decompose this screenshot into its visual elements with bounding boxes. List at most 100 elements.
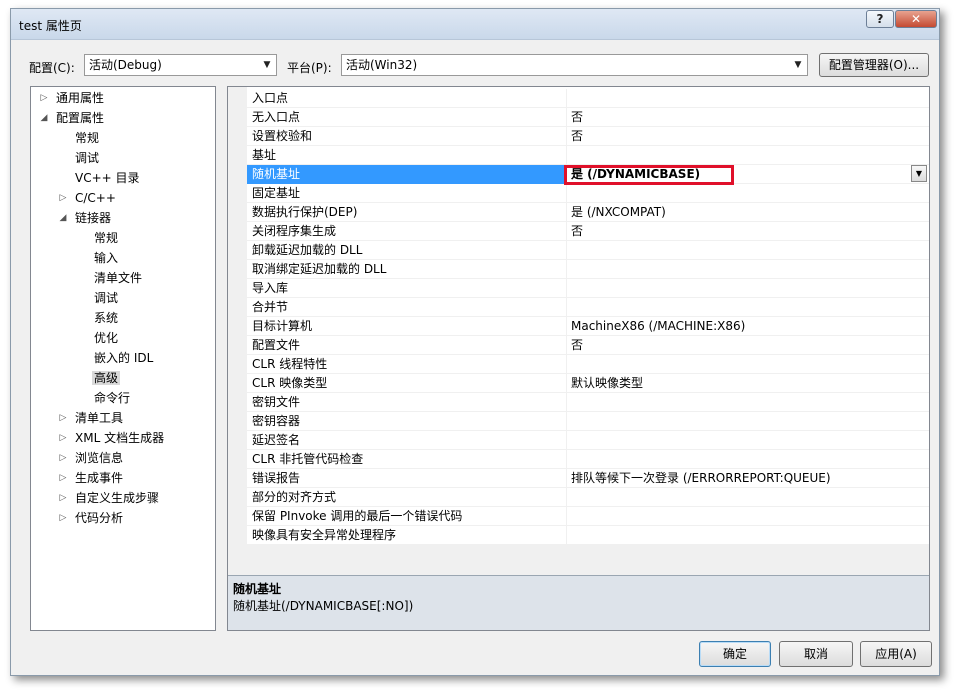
property-row[interactable]: CLR 线程特性 xyxy=(247,355,929,374)
property-value[interactable] xyxy=(567,412,929,431)
property-name: CLR 非托管代码检查 xyxy=(247,450,567,469)
tree-item[interactable]: 系统 xyxy=(94,309,118,327)
value-dropdown-button[interactable]: ▼ xyxy=(911,165,927,182)
property-row[interactable]: CLR 非托管代码检查 xyxy=(247,450,929,469)
tree-item[interactable]: ▷ 自定义生成步骤 xyxy=(60,489,159,507)
tree-item-label: 链接器 xyxy=(75,211,112,225)
property-value[interactable] xyxy=(567,355,929,374)
tree-item[interactable]: 调试 xyxy=(75,149,99,167)
collapse-arrow-icon[interactable]: ◢ xyxy=(57,209,69,227)
tree-item[interactable]: ▷ C/C++ xyxy=(60,189,116,207)
property-value[interactable]: 否 xyxy=(567,108,929,127)
property-value[interactable] xyxy=(567,146,929,165)
property-row[interactable]: 密钥文件 xyxy=(247,393,929,412)
platform-select-value: 活动(Win32) xyxy=(346,58,418,72)
tree-item[interactable]: VC++ 目录 xyxy=(75,169,140,187)
tree-item[interactable]: 嵌入的 IDL xyxy=(94,349,153,367)
expand-arrow-icon[interactable]: ▷ xyxy=(57,189,69,207)
collapse-arrow-icon[interactable]: ◢ xyxy=(38,109,50,127)
tree-item[interactable]: ▷ XML 文档生成器 xyxy=(60,429,165,447)
tree-item[interactable]: ▷ 生成事件 xyxy=(60,469,123,487)
property-row[interactable]: 取消绑定延迟加载的 DLL xyxy=(247,260,929,279)
property-row[interactable]: 部分的对齐方式 xyxy=(247,488,929,507)
property-row[interactable]: 保留 PInvoke 调用的最后一个错误代码 xyxy=(247,507,929,526)
property-row[interactable]: 导入库 xyxy=(247,279,929,298)
config-select[interactable]: 活动(Debug) ▼ xyxy=(84,54,277,76)
expand-arrow-icon[interactable]: ▷ xyxy=(57,489,69,507)
tree-item[interactable]: ▷ 浏览信息 xyxy=(60,449,123,467)
property-value[interactable]: 否 xyxy=(567,222,929,241)
close-button[interactable]: ✕ xyxy=(895,10,937,28)
cancel-button[interactable]: 取消 xyxy=(779,641,853,667)
tree-item[interactable]: 常规 xyxy=(75,129,99,147)
title-bar[interactable]: test 属性页 ? ✕ xyxy=(11,9,939,40)
property-row[interactable]: 合并节 xyxy=(247,298,929,317)
property-row[interactable]: 延迟签名 xyxy=(247,431,929,450)
property-value[interactable]: MachineX86 (/MACHINE:X86) xyxy=(567,317,929,336)
property-name: 保留 PInvoke 调用的最后一个错误代码 xyxy=(247,507,567,526)
property-grid[interactable]: 入口点 无入口点否设置校验和否基址 随机基址是 (/DYNAMICBASE) 固定基址… xyxy=(227,86,930,631)
property-row[interactable]: 设置校验和否 xyxy=(247,127,929,146)
property-row[interactable]: 配置文件否 xyxy=(247,336,929,355)
property-value[interactable]: 是 (/NXCOMPAT) xyxy=(567,203,929,222)
tree-item-label: 常规 xyxy=(94,231,119,245)
ok-button[interactable]: 确定 xyxy=(699,641,771,667)
tree-item[interactable]: 优化 xyxy=(94,329,118,347)
expand-arrow-icon[interactable]: ▷ xyxy=(38,89,50,107)
tree-item[interactable]: ▷ 代码分析 xyxy=(60,509,123,527)
tree-item-label: 通用属性 xyxy=(56,91,105,105)
expand-arrow-icon[interactable]: ▷ xyxy=(57,469,69,487)
property-value[interactable] xyxy=(567,241,929,260)
tree-item[interactable]: 调试 xyxy=(94,289,118,307)
property-value[interactable]: 排队等候下一次登录 (/ERRORREPORT:QUEUE) xyxy=(567,469,929,488)
property-value[interactable] xyxy=(567,431,929,450)
property-value[interactable] xyxy=(567,526,929,545)
property-row[interactable]: 卸载延迟加载的 DLL xyxy=(247,241,929,260)
tree-item[interactable]: 命令行 xyxy=(94,389,130,407)
property-row[interactable]: 基址 xyxy=(247,146,929,165)
expand-arrow-icon[interactable]: ▷ xyxy=(57,429,69,447)
tree-item[interactable]: ▷ 通用属性 xyxy=(41,89,105,107)
expand-arrow-icon[interactable]: ▷ xyxy=(57,409,69,427)
property-value[interactable]: 否 xyxy=(567,336,929,355)
tree-item[interactable]: ▷ 清单工具 xyxy=(60,409,123,427)
tree-item[interactable]: ◢ 配置属性 xyxy=(41,109,104,127)
property-row[interactable]: 目标计算机 MachineX86 (/MACHINE:X86) xyxy=(247,317,929,336)
property-name: 合并节 xyxy=(247,298,567,317)
property-value[interactable] xyxy=(567,450,929,469)
property-value[interactable] xyxy=(567,393,929,412)
property-tree[interactable]: ▷ 通用属性 ◢ 配置属性 常规 调试 VC++ 目录 ▷ C/C++ ◢ 链接器 常规 输入 清单文件调… xyxy=(30,86,216,631)
property-name: CLR 映像类型 xyxy=(247,374,567,393)
property-row[interactable]: 映像具有安全异常处理程序 xyxy=(247,526,929,545)
property-row[interactable]: 数据执行保护(DEP) 是 (/NXCOMPAT) xyxy=(247,203,929,222)
property-value[interactable]: 默认映像类型 xyxy=(567,374,929,393)
platform-select[interactable]: 活动(Win32) ▼ xyxy=(341,54,808,76)
property-row[interactable]: CLR 映像类型 默认映像类型 xyxy=(247,374,929,393)
property-row[interactable]: 入口点 xyxy=(247,89,929,108)
tree-item[interactable]: 清单文件 xyxy=(94,269,142,287)
property-row[interactable]: 关闭程序集生成否 xyxy=(247,222,929,241)
property-name: 目标计算机 xyxy=(247,317,567,336)
property-row[interactable]: 固定基址 xyxy=(247,184,929,203)
property-value[interactable] xyxy=(567,488,929,507)
config-manager-button[interactable]: 配置管理器(O)... xyxy=(819,53,929,77)
property-value[interactable] xyxy=(567,507,929,526)
expand-arrow-icon[interactable]: ▷ xyxy=(57,449,69,467)
tree-item[interactable]: 常规 xyxy=(94,229,118,247)
property-value[interactable] xyxy=(567,279,929,298)
expand-arrow-icon[interactable]: ▷ xyxy=(57,509,69,527)
tree-item[interactable]: 输入 xyxy=(94,249,118,267)
property-value[interactable] xyxy=(567,184,929,203)
property-row[interactable]: 无入口点否 xyxy=(247,108,929,127)
tree-item[interactable]: ◢ 链接器 xyxy=(60,209,112,227)
property-row[interactable]: 密钥容器 xyxy=(247,412,929,431)
property-name: 映像具有安全异常处理程序 xyxy=(247,526,567,545)
property-row[interactable]: 错误报告 排队等候下一次登录 (/ERRORREPORT:QUEUE) xyxy=(247,469,929,488)
property-value[interactable] xyxy=(567,260,929,279)
property-value[interactable] xyxy=(567,298,929,317)
apply-button[interactable]: 应用(A) xyxy=(860,641,932,667)
property-value[interactable] xyxy=(567,89,929,108)
tree-item[interactable]: 高级 xyxy=(92,369,121,387)
property-value[interactable]: 否 xyxy=(567,127,929,146)
help-button[interactable]: ? xyxy=(866,10,894,28)
